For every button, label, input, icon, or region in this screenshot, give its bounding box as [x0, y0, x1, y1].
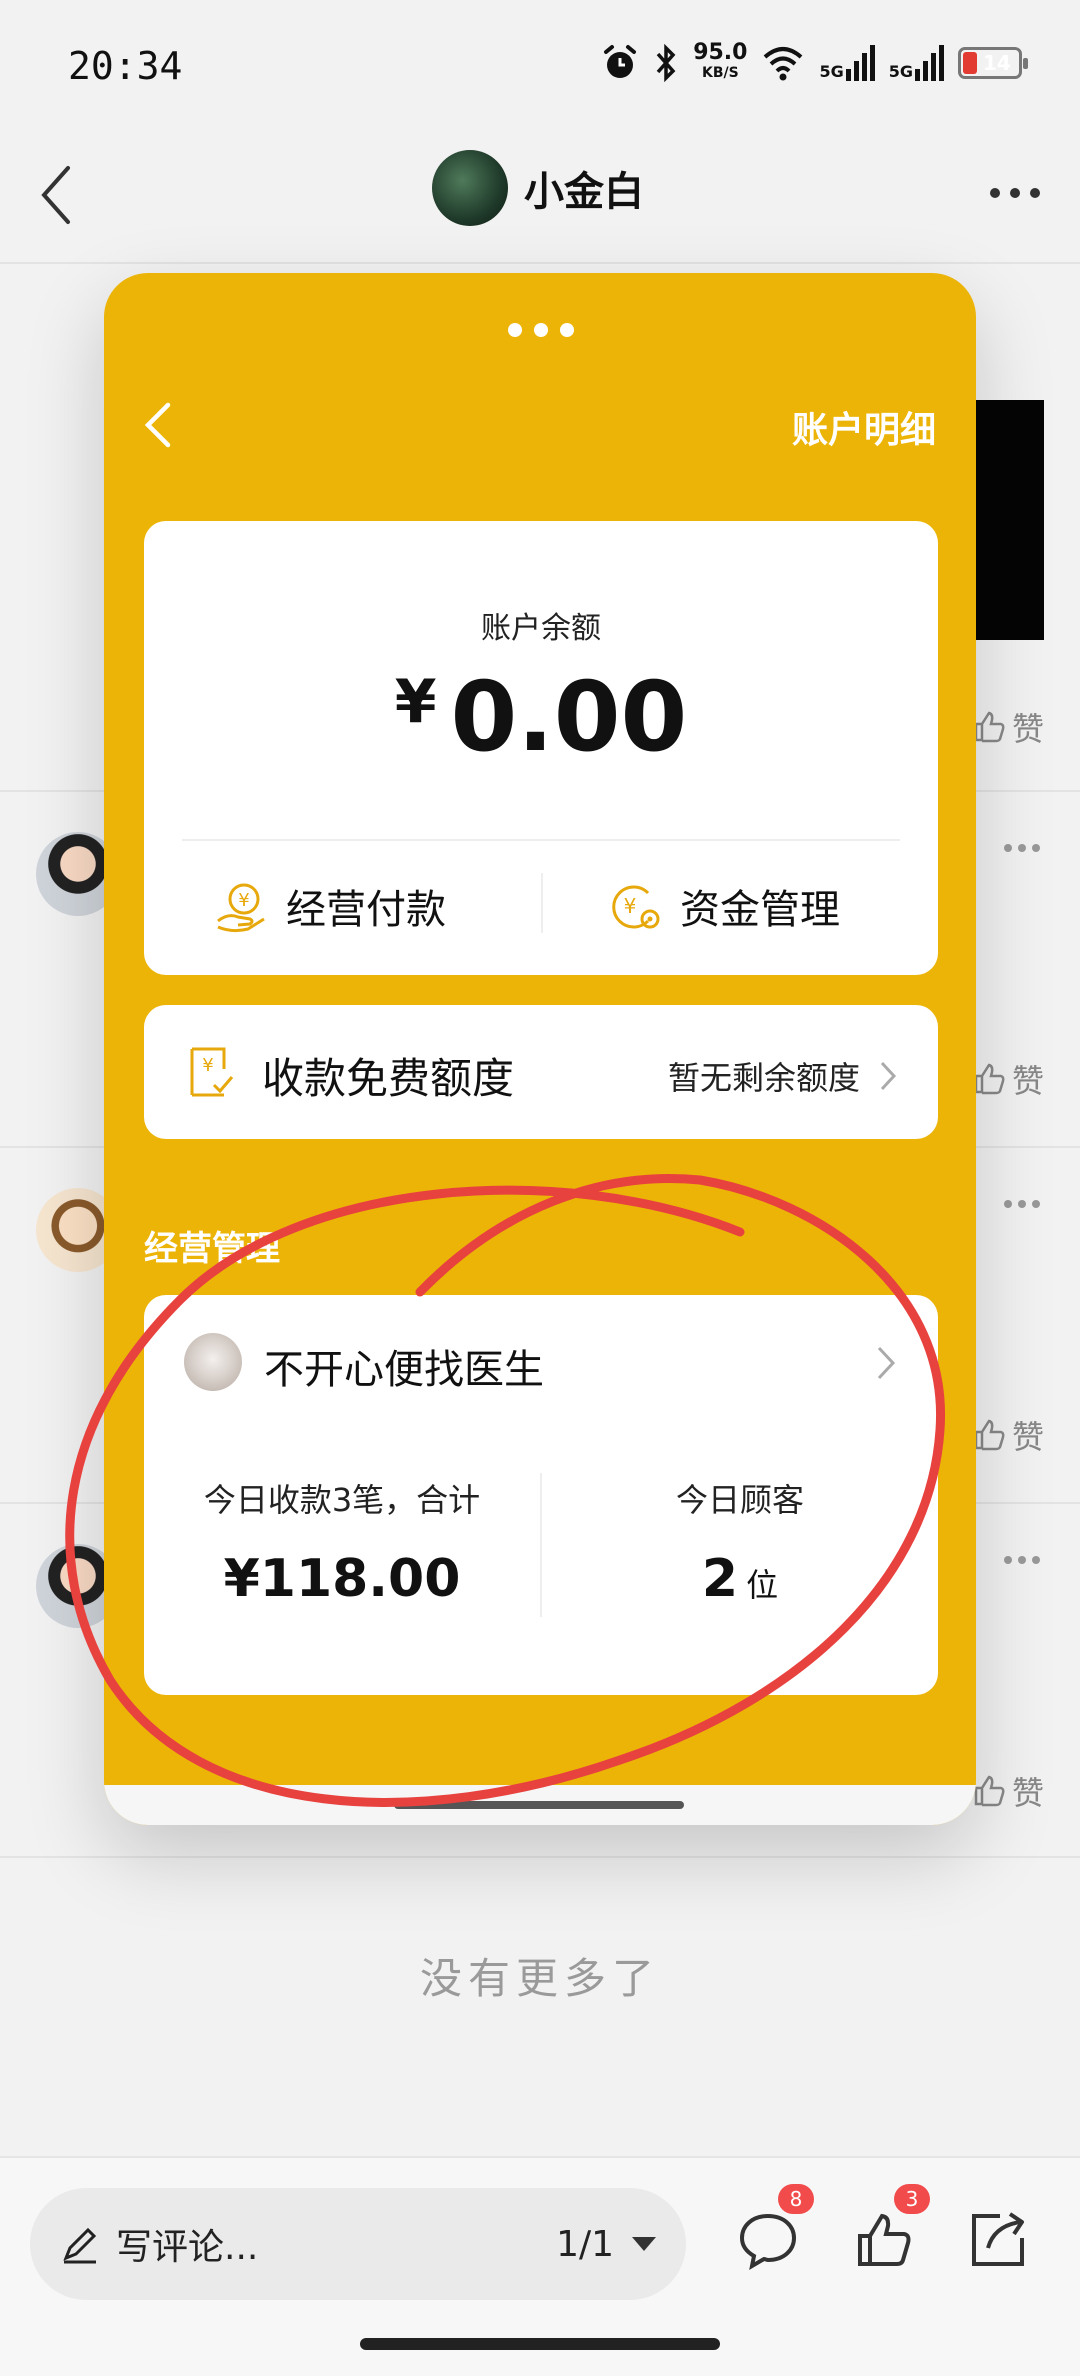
like-button[interactable]: 赞	[972, 1056, 1044, 1102]
svg-text:¥: ¥	[624, 894, 637, 918]
free-quota-row[interactable]: ¥ 收款免费额度 暂无剩余额度	[144, 1005, 938, 1139]
no-more-text: 没有更多了	[419, 1954, 660, 2003]
like-count-badge: 3	[894, 2184, 930, 2214]
balance-label: 账户余额	[481, 611, 601, 646]
divider	[182, 839, 900, 841]
share-icon	[972, 2212, 1024, 2266]
wifi-icon	[764, 47, 803, 81]
balance-amount: ¥0.00	[394, 661, 688, 773]
alarm-icon	[604, 45, 637, 78]
balance-card: 账户余额 ¥0.00 ¥ 经营付款 ¥ 资金管理	[144, 521, 938, 975]
like-button[interactable]: 赞	[972, 704, 1044, 750]
today-income-stat: 今日收款3笔，合计 ¥118.00	[144, 1475, 540, 1609]
merchant-account-popup: 账户明细 账户余额 ¥0.00 ¥ 经营付款 ¥ 资金管理 ¥ 收款免费额度 暂…	[104, 273, 976, 1825]
popup-back-icon[interactable]	[140, 399, 176, 451]
page-selector[interactable]: 1/1	[556, 2224, 656, 2265]
pen-icon	[63, 2227, 97, 2264]
comment-input[interactable]: 写评论... 1/1	[30, 2188, 686, 2300]
top-header: 小金白	[0, 130, 1080, 260]
home-indicator	[360, 2338, 720, 2350]
shop-avatar	[184, 1333, 242, 1391]
thumb-icon	[974, 1063, 1005, 1095]
feed-image	[964, 400, 1044, 640]
status-bar: 20:34 95.0 KB/S 5G 5G 14	[0, 0, 1080, 130]
more-icon[interactable]	[1004, 844, 1040, 852]
chevron-right-icon	[880, 1061, 897, 1091]
yen-gear-icon: ¥	[612, 885, 660, 929]
back-arrow-icon[interactable]	[30, 160, 86, 230]
battery-icon: 14	[958, 47, 1028, 79]
network-speed: 95.0 KB/S	[693, 40, 748, 82]
bluetooth-icon	[656, 44, 676, 82]
divider	[541, 873, 543, 933]
popup-handle[interactable]	[394, 1801, 684, 1809]
comment-placeholder: 写评论...	[116, 2227, 259, 2268]
more-icon[interactable]	[1004, 1200, 1040, 1208]
like-button[interactable]: 赞	[972, 1412, 1044, 1458]
more-icon[interactable]	[1004, 1556, 1040, 1564]
more-icon[interactable]	[990, 188, 1040, 198]
comment-count-badge: 8	[778, 2184, 814, 2214]
status-time: 20:34	[68, 44, 183, 88]
business-payment-button[interactable]: ¥ 经营付款	[214, 873, 446, 939]
like-button[interactable]: 赞	[972, 1768, 1044, 1814]
signal-1: 5G	[819, 45, 875, 81]
comment-button[interactable]: 8	[736, 2184, 814, 2272]
svg-text:¥: ¥	[238, 890, 249, 911]
author-avatar[interactable]	[432, 150, 508, 226]
comment-icon	[739, 2213, 797, 2270]
like-button[interactable]: 3	[852, 2184, 930, 2272]
today-income-label: 今日收款3笔，合计	[203, 1481, 481, 1519]
author-info[interactable]: 小金白	[432, 150, 644, 226]
today-income-value: ¥118.00	[223, 1549, 461, 1609]
thumb-icon	[974, 1419, 1005, 1451]
business-card[interactable]: 不开心便找医生 今日收款3笔，合计 ¥118.00 今日顾客 2位	[144, 1295, 938, 1695]
today-customers-stat: 今日顾客 2位	[542, 1475, 938, 1609]
popup-more-icon[interactable]	[508, 323, 574, 337]
yen-hand-icon: ¥	[217, 883, 265, 933]
author-name[interactable]: 小金白	[524, 159, 644, 217]
share-button[interactable]	[966, 2208, 1030, 2272]
chevron-right-icon[interactable]	[874, 1343, 898, 1383]
svg-text:¥: ¥	[202, 1055, 213, 1076]
section-label: 经营管理	[144, 1229, 280, 1269]
today-customers-value: 2位	[701, 1549, 779, 1609]
account-details-link[interactable]: 账户明细	[792, 401, 936, 453]
signal-2: 5G	[889, 45, 944, 81]
shop-name: 不开心便找医生	[264, 1347, 544, 1393]
thumb-icon	[974, 711, 1005, 743]
status-icons: 95.0 KB/S 5G 5G 14	[601, 40, 1028, 86]
thumb-up-icon	[858, 2213, 911, 2266]
quota-status: 暂无剩余额度	[668, 1053, 898, 1099]
dropdown-triangle-icon	[632, 2237, 656, 2251]
quota-title: 收款免费额度	[262, 1054, 515, 1103]
today-customers-label: 今日顾客	[675, 1481, 804, 1519]
thumb-icon	[974, 1775, 1005, 1807]
fund-management-button[interactable]: ¥ 资金管理	[608, 873, 840, 939]
quota-icon: ¥	[190, 1047, 234, 1097]
page-indicator: 1/1	[556, 2223, 614, 2265]
